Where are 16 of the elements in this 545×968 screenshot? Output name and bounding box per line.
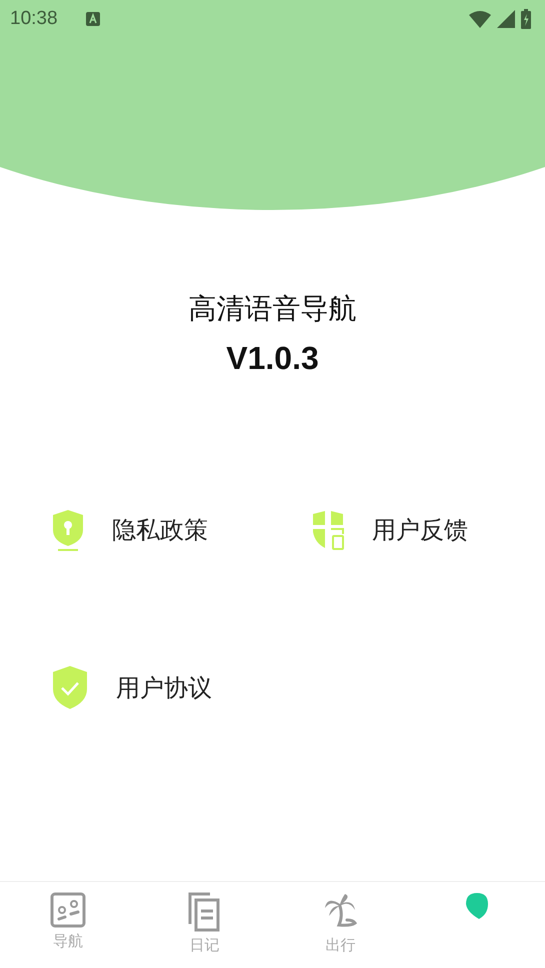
shield-lock-icon [50, 508, 86, 552]
keyboard-icon [86, 12, 100, 26]
shield-phone-icon [310, 508, 346, 552]
signal-icon [497, 10, 515, 28]
menu-item[interactable]: 用户协议 [116, 672, 212, 704]
battery-icon [521, 9, 531, 29]
wifi-icon [469, 10, 491, 28]
documents-icon [186, 892, 222, 932]
shield-check-icon [50, 664, 90, 712]
map-pins-icon [50, 892, 86, 928]
app-version: V1.0.3 [226, 340, 319, 377]
menu-item[interactable]: 用户反馈 [372, 514, 468, 546]
status-time: 10:38 [10, 8, 58, 30]
menu-item[interactable]: 隐私政策 [112, 514, 208, 546]
app-name: 高清语音导航 [188, 291, 356, 327]
profile-icon [464, 892, 490, 920]
